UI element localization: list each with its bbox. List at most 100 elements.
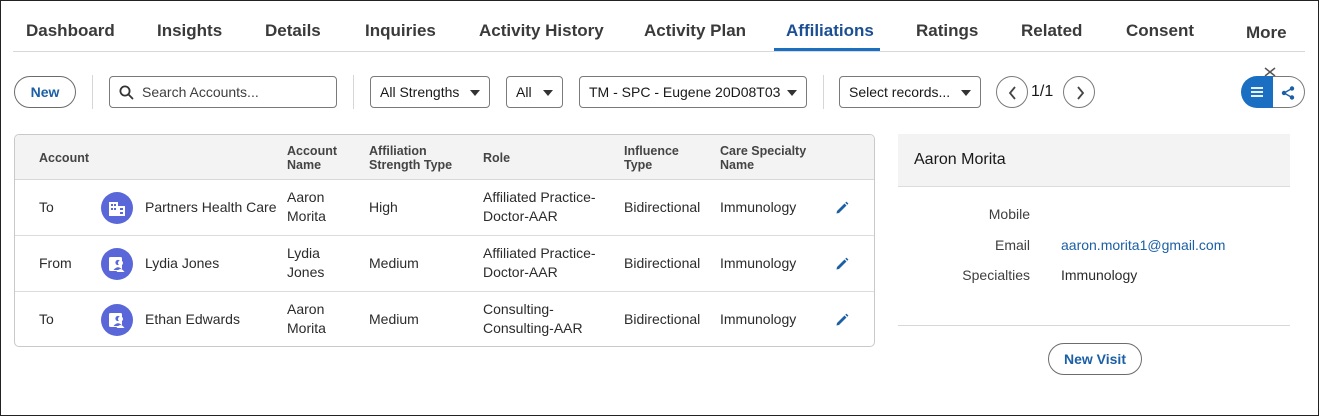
cell-role: Affiliated Practice- Doctor-AAR bbox=[483, 188, 596, 226]
list-view-button[interactable] bbox=[1241, 76, 1273, 108]
cell-direction: To bbox=[39, 199, 54, 215]
toolbar-divider bbox=[92, 75, 93, 109]
search-box bbox=[109, 76, 337, 108]
tab-ratings[interactable]: Ratings bbox=[916, 1, 978, 51]
strength-select-value: All Strengths bbox=[380, 84, 460, 100]
cell-role-line2: Consulting-AAR bbox=[483, 320, 583, 336]
territory-select-value: TM - SPC - Eugene 20D08T03 bbox=[589, 84, 781, 100]
header-account[interactable]: Account bbox=[39, 151, 89, 165]
cell-strength: High bbox=[369, 199, 398, 215]
email-link[interactable]: aaron.morita1@gmail.com bbox=[1061, 237, 1225, 253]
header-role[interactable]: Role bbox=[483, 151, 510, 165]
cell-account-name-line2: Morita bbox=[287, 208, 326, 224]
cell-account[interactable]: Ethan Edwards bbox=[145, 310, 240, 329]
cell-account-name: Aaron Morita bbox=[287, 300, 326, 338]
tab-consent[interactable]: Consent bbox=[1126, 1, 1194, 51]
cell-role: Affiliated Practice- Doctor-AAR bbox=[483, 244, 596, 282]
search-input[interactable] bbox=[142, 77, 332, 107]
page-indicator: 1/1 bbox=[1031, 83, 1054, 100]
cell-influence: Bidirectional bbox=[624, 311, 701, 327]
header-strength[interactable]: Affiliation Strength Type bbox=[369, 144, 452, 172]
person-icon bbox=[101, 248, 133, 280]
cell-specialty: Immunology bbox=[720, 199, 797, 215]
header-influence[interactable]: Influence Type bbox=[624, 144, 679, 172]
cell-account-name-line2: Jones bbox=[287, 264, 325, 280]
table-header: Account Account Name Affiliation Strengt… bbox=[15, 135, 874, 180]
cell-influence: Bidirectional bbox=[624, 255, 701, 271]
cell-specialty: Immunology bbox=[720, 311, 797, 327]
tab-dashboard[interactable]: Dashboard bbox=[26, 1, 115, 51]
cell-direction: From bbox=[39, 255, 72, 271]
header-strength-line2: Strength Type bbox=[369, 158, 453, 172]
cell-account[interactable]: Lydia Jones bbox=[145, 254, 219, 273]
cell-account-name-line1: Aaron bbox=[287, 189, 325, 205]
cell-specialty: Immunology bbox=[720, 255, 797, 271]
new-button[interactable]: New bbox=[14, 76, 76, 108]
tab-details[interactable]: Details bbox=[265, 1, 321, 51]
strength-select[interactable]: All Strengths bbox=[370, 76, 490, 108]
chevron-down-icon bbox=[961, 90, 971, 96]
cell-strength: Medium bbox=[369, 255, 419, 271]
header-specialty-line2: Name bbox=[720, 158, 755, 172]
affiliations-table: Account Account Name Affiliation Strengt… bbox=[14, 134, 875, 347]
header-strength-line1: Affiliation bbox=[369, 144, 427, 158]
tab-related[interactable]: Related bbox=[1021, 1, 1082, 51]
new-visit-button[interactable]: New Visit bbox=[1048, 343, 1142, 375]
tab-activity-history[interactable]: Activity History bbox=[479, 1, 604, 51]
search-icon bbox=[119, 85, 134, 100]
cell-account[interactable]: Partners Health Care bbox=[145, 198, 277, 217]
chevron-left-icon bbox=[1008, 86, 1016, 100]
direction-select[interactable]: All bbox=[506, 76, 563, 108]
toolbar-divider bbox=[823, 75, 824, 109]
toolbar-divider bbox=[353, 75, 354, 109]
chevron-right-icon bbox=[1077, 86, 1085, 100]
detail-title: Aaron Morita bbox=[914, 151, 1006, 168]
tab-inquiries[interactable]: Inquiries bbox=[365, 1, 436, 51]
header-influence-line2: Type bbox=[624, 158, 653, 172]
edit-pencil-icon[interactable] bbox=[835, 313, 849, 327]
cell-role-line1: Affiliated Practice- bbox=[483, 189, 596, 205]
table-row[interactable]: To Partners Health Care Aaron Morita Hig… bbox=[15, 180, 874, 236]
cell-account-name: Aaron Morita bbox=[287, 188, 326, 226]
header-account-name[interactable]: Account Name bbox=[287, 144, 337, 172]
header-specialty[interactable]: Care Specialty Name bbox=[720, 144, 806, 172]
edit-pencil-icon[interactable] bbox=[835, 201, 849, 215]
chevron-down-icon bbox=[470, 90, 480, 96]
header-account-name-line1: Account bbox=[287, 144, 337, 158]
direction-select-value: All bbox=[516, 84, 532, 100]
table-row[interactable]: From Lydia Jones Lydia Jones Medium Affi… bbox=[15, 236, 874, 292]
cell-account-name-line1: Lydia bbox=[287, 245, 320, 261]
next-page-button[interactable] bbox=[1063, 76, 1095, 108]
cell-account-name-line2: Morita bbox=[287, 320, 326, 336]
share-icon bbox=[1281, 86, 1295, 100]
mobile-label: Mobile bbox=[988, 206, 1030, 222]
detail-divider bbox=[898, 325, 1290, 326]
specialties-value: Immunology bbox=[1061, 267, 1138, 283]
detail-header: Aaron Morita bbox=[898, 134, 1290, 187]
person-icon bbox=[101, 304, 133, 336]
tab-activity-plan[interactable]: Activity Plan bbox=[644, 1, 746, 51]
table-row[interactable]: To Ethan Edwards Aaron Morita Medium Con… bbox=[15, 292, 874, 346]
cell-direction: To bbox=[39, 311, 54, 327]
specialties-label: Specialties bbox=[962, 267, 1030, 283]
tab-insights[interactable]: Insights bbox=[157, 1, 222, 51]
tab-more[interactable]: More bbox=[1246, 3, 1287, 53]
cell-role-line1: Consulting- bbox=[483, 301, 554, 317]
tab-bar: Dashboard Insights Details Inquiries Act… bbox=[13, 1, 1305, 52]
cell-account-name-line1: Aaron bbox=[287, 301, 325, 317]
building-icon bbox=[101, 192, 133, 224]
cell-role-line2: Doctor-AAR bbox=[483, 264, 558, 280]
cell-role-line2: Doctor-AAR bbox=[483, 208, 558, 224]
chevron-down-icon bbox=[543, 90, 553, 96]
tab-affiliations[interactable]: Affiliations bbox=[786, 1, 874, 51]
cell-account-name: Lydia Jones bbox=[287, 244, 324, 282]
cell-role-line1: Affiliated Practice- bbox=[483, 245, 596, 261]
previous-page-button[interactable] bbox=[996, 76, 1028, 108]
edit-pencil-icon[interactable] bbox=[835, 257, 849, 271]
records-select-value: Select records... bbox=[849, 84, 951, 100]
records-select[interactable]: Select records... bbox=[839, 76, 981, 108]
territory-select[interactable]: TM - SPC - Eugene 20D08T03 bbox=[579, 76, 807, 108]
header-account-name-line2: Name bbox=[287, 158, 322, 172]
header-specialty-line1: Care Specialty bbox=[720, 144, 807, 158]
network-view-button[interactable] bbox=[1273, 76, 1305, 108]
